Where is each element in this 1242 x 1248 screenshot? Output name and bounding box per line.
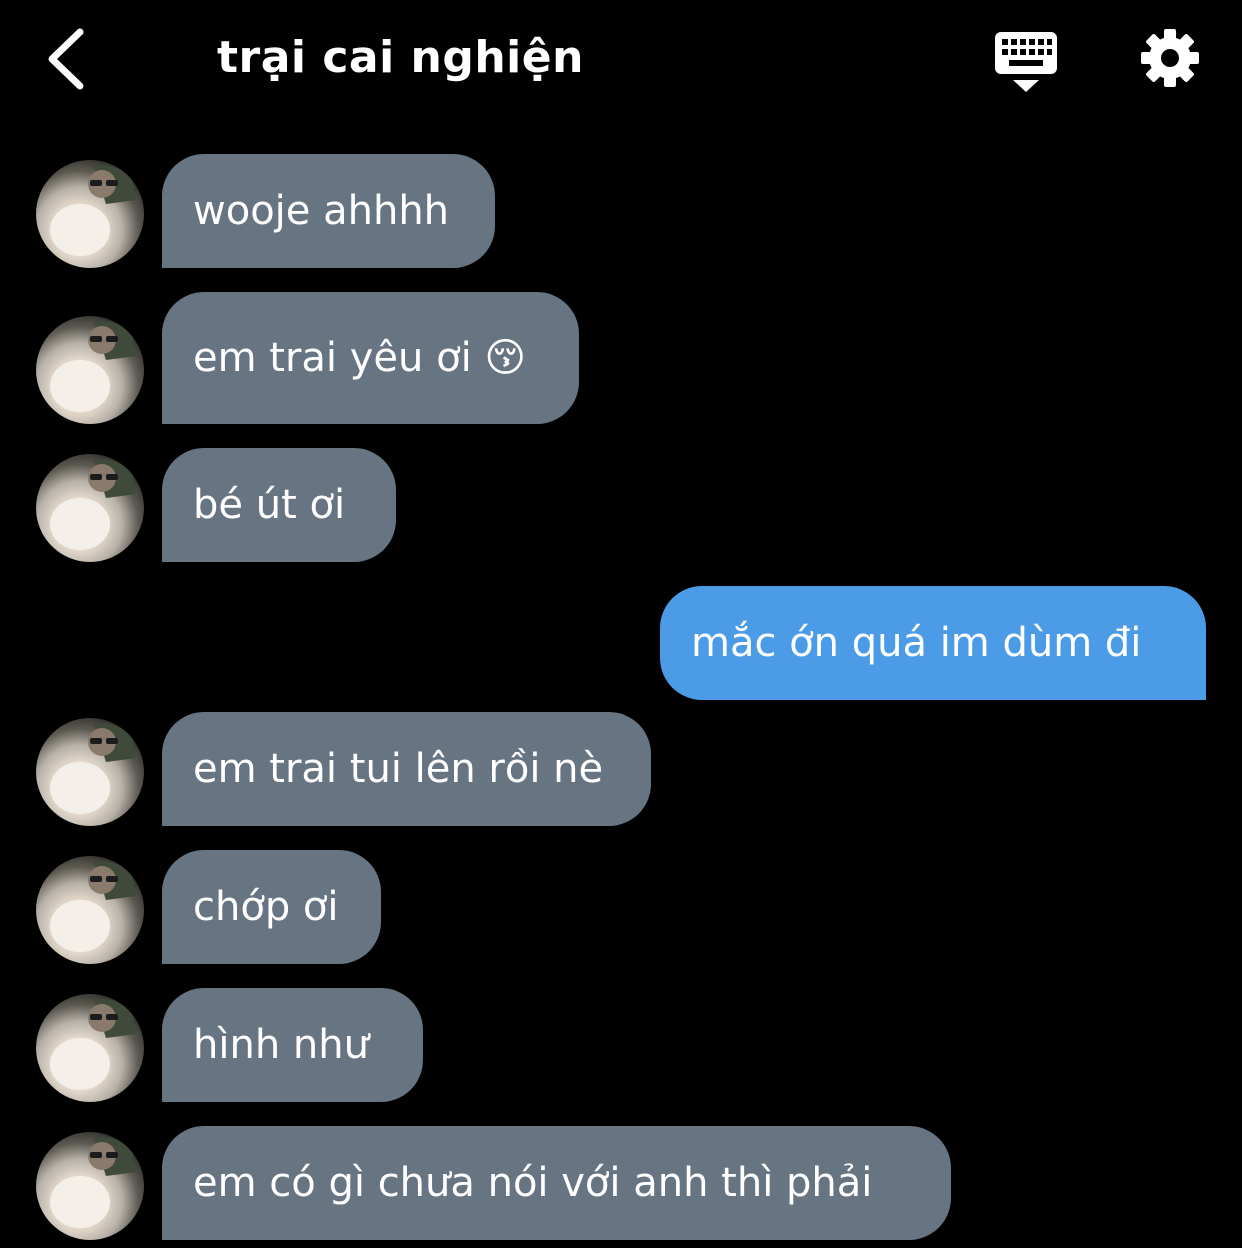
incoming-message-bubble[interactable]: wooje ahhhh: [162, 154, 495, 268]
message-row: em trai yêu ơi 😚: [0, 292, 1242, 424]
message-row: chớp ơi: [0, 850, 1242, 964]
incoming-message-bubble[interactable]: hình như: [162, 988, 423, 1102]
avatar[interactable]: [36, 994, 144, 1102]
chevron-left-icon: [48, 28, 84, 90]
chat-header: trại cai nghiện: [0, 0, 1242, 120]
incoming-message-bubble[interactable]: em có gì chưa nói với anh thì phải: [162, 1126, 951, 1240]
message-row: em trai tui lên rồi nè: [0, 712, 1242, 826]
keyboard-hide-icon: [995, 32, 1057, 92]
avatar[interactable]: [36, 316, 144, 424]
back-button[interactable]: [40, 26, 100, 92]
settings-button[interactable]: [1140, 28, 1200, 88]
message-row: wooje ahhhh: [0, 154, 1242, 268]
message-row: hình như: [0, 988, 1242, 1102]
incoming-message-bubble[interactable]: bé út ơi: [162, 448, 396, 562]
message-row: bé út ơi: [0, 448, 1242, 562]
incoming-message-bubble[interactable]: em trai tui lên rồi nè: [162, 712, 651, 826]
avatar[interactable]: [36, 718, 144, 826]
avatar[interactable]: [36, 1132, 144, 1240]
incoming-message-bubble[interactable]: chớp ơi: [162, 850, 381, 964]
chat-title: trại cai nghiện: [217, 32, 584, 83]
avatar[interactable]: [36, 160, 144, 268]
keyboard-button[interactable]: [993, 30, 1059, 94]
message-row: em có gì chưa nói với anh thì phải: [0, 1126, 1242, 1240]
avatar[interactable]: [36, 856, 144, 964]
gear-icon: [1141, 29, 1199, 87]
incoming-message-bubble[interactable]: em trai yêu ơi 😚: [162, 292, 579, 424]
message-row: mắc ớn quá im dùm đi: [0, 586, 1242, 700]
outgoing-message-bubble[interactable]: mắc ớn quá im dùm đi: [660, 586, 1206, 700]
avatar[interactable]: [36, 454, 144, 562]
